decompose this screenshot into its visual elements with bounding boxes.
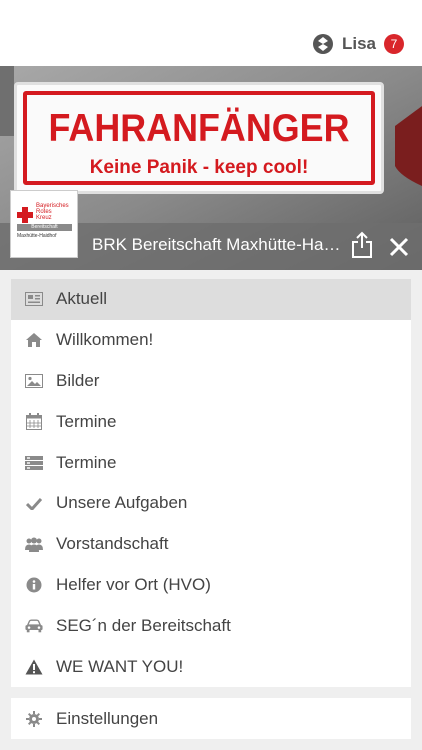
- share-icon[interactable]: [350, 231, 374, 259]
- logo-line-3: Kreuz: [36, 215, 52, 221]
- menu-item-vorstandschaft[interactable]: Vorstandschaft: [11, 524, 411, 565]
- logo-text: Bayerisches Rotes Kreuz: [36, 203, 78, 221]
- page-title: BRK Bereitschaft Maxhütte-Haidhof: [92, 235, 342, 254]
- menu-item-label: Helfer vor Ort (HVO): [56, 574, 211, 594]
- user-profile[interactable]: Lisa 7: [312, 32, 404, 56]
- calendar-icon: [25, 413, 43, 431]
- list-icon: [25, 454, 43, 472]
- home-icon: [25, 331, 43, 349]
- menu-item-label: Aktuell: [56, 289, 108, 309]
- user-name: Lisa: [341, 34, 376, 53]
- image-icon: [25, 372, 43, 390]
- top-bar: Lisa 7: [0, 0, 422, 66]
- side-menu: Aktuell Willkommen! Bilder Termine Termi…: [11, 279, 411, 687]
- menu-item-label: WE WANT YOU!: [56, 656, 184, 676]
- info-icon: [25, 576, 43, 594]
- user-app-icon: [312, 34, 333, 54]
- group-icon: [25, 535, 43, 553]
- menu-item-label: SEG´n der Bereitschaft: [56, 615, 231, 635]
- check-icon: [25, 494, 43, 512]
- menu-item-termine-list[interactable]: Termine: [11, 442, 411, 483]
- menu-item-helfer-vor-ort[interactable]: Helfer vor Ort (HVO): [11, 565, 411, 606]
- brk-logo: Bayerisches Rotes Kreuz Bereitschaft Max…: [10, 190, 78, 258]
- newspaper-icon: [25, 290, 43, 308]
- menu-item-unsere-aufgaben[interactable]: Unsere Aufgaben: [11, 483, 411, 524]
- menu-item-we-want-you[interactable]: WE WANT YOU!: [11, 646, 411, 687]
- menu-item-label: Vorstandschaft: [56, 534, 169, 554]
- menu-item-bilder[interactable]: Bilder: [11, 361, 411, 402]
- notification-badge[interactable]: 7: [384, 34, 404, 54]
- menu-item-label: Bilder: [56, 370, 100, 390]
- car-icon: [25, 617, 43, 635]
- menu-item-willkommen[interactable]: Willkommen!: [11, 320, 411, 361]
- menu-item-label: Unsere Aufgaben: [56, 493, 188, 513]
- sticker-subtitle: Keine Panik - keep cool!: [89, 157, 309, 178]
- logo-bar: Bereitschaft: [17, 224, 72, 231]
- close-icon[interactable]: [388, 236, 410, 258]
- menu-item-aktuell[interactable]: Aktuell: [11, 279, 411, 320]
- menu-item-label: Termine: [56, 452, 117, 472]
- menu-item-label: Willkommen!: [56, 330, 154, 350]
- sticker-title: FAHRANFÄNGER: [48, 107, 350, 150]
- red-cross-icon-vertical: [22, 207, 28, 223]
- settings-label: Einstellungen: [56, 708, 159, 728]
- settings-item[interactable]: Einstellungen: [11, 698, 411, 739]
- menu-item-seg[interactable]: SEG´n der Bereitschaft: [11, 605, 411, 646]
- sticker: FAHRANFÄNGER Keine Panik - keep cool!: [14, 82, 384, 194]
- menu-item-termine-calendar[interactable]: Termine: [11, 401, 411, 442]
- menu-item-label: Termine: [56, 411, 117, 431]
- gear-icon: [25, 710, 43, 728]
- warning-icon: [25, 658, 43, 676]
- logo-place: Maxhütte-Haidhof: [17, 233, 57, 239]
